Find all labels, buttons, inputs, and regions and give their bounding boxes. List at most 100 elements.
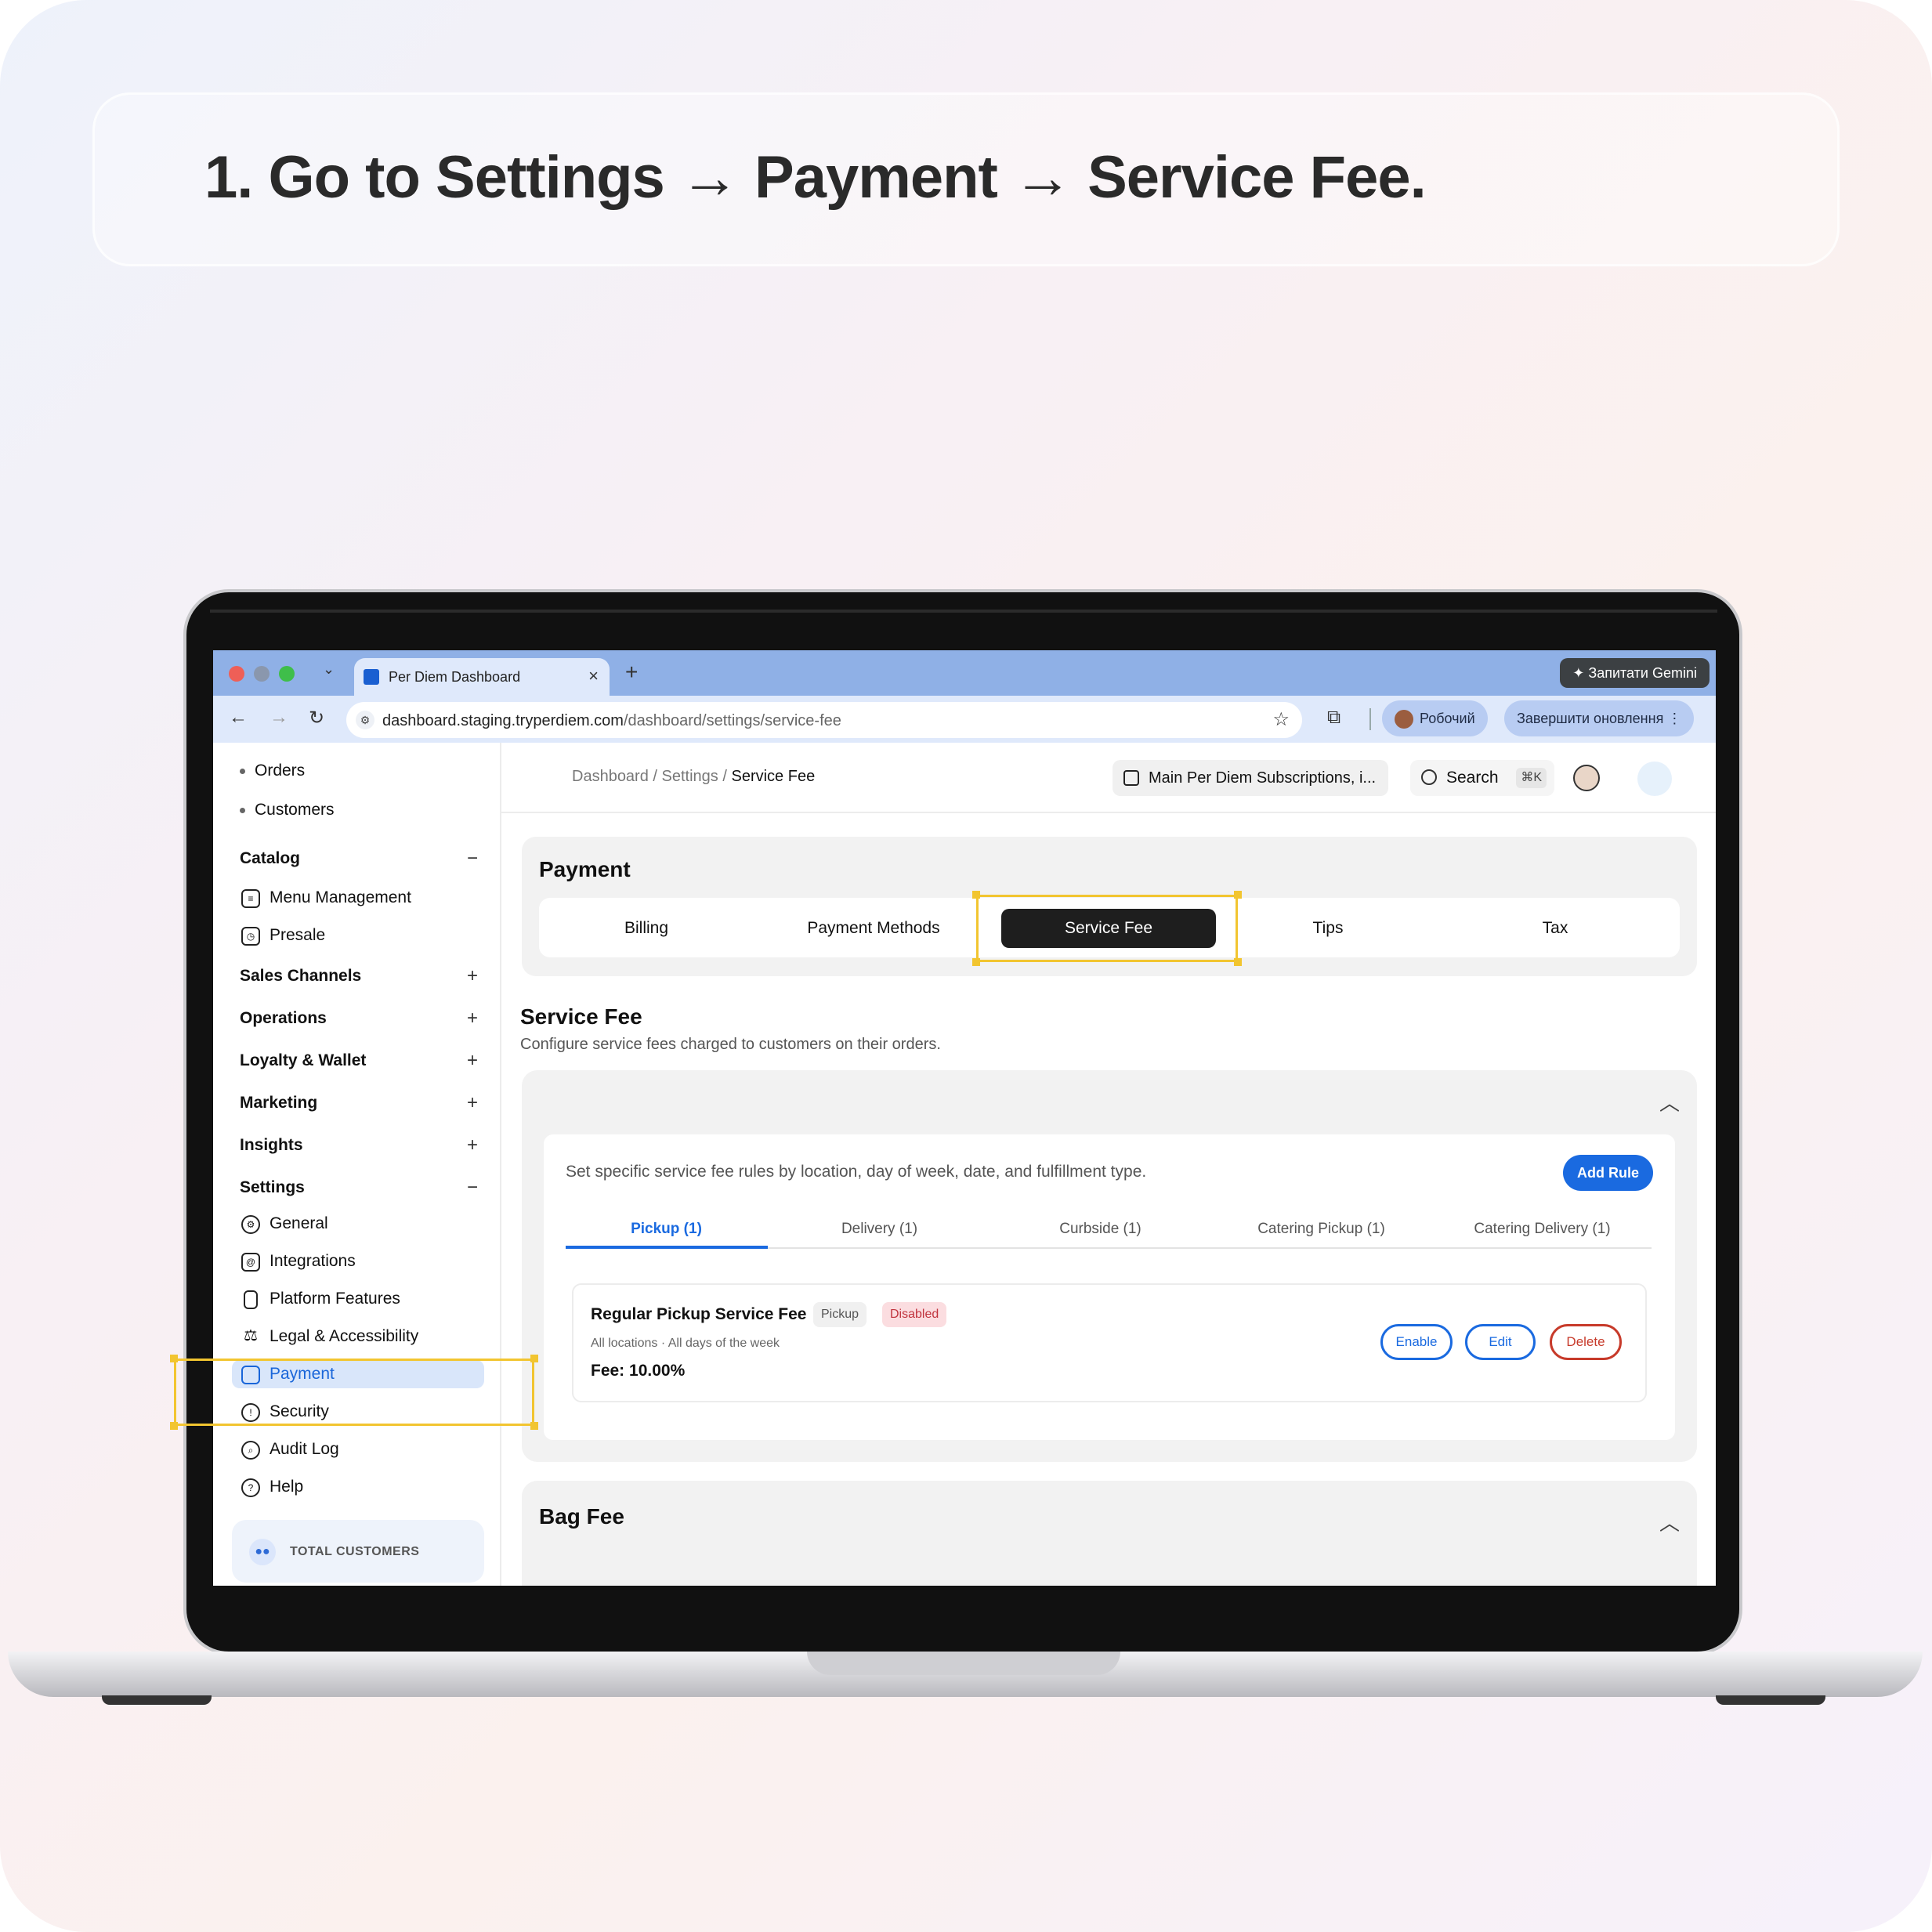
breadcrumb-current: Service Fee [731, 768, 816, 785]
sidebar-item-help[interactable]: ? Help [240, 1473, 490, 1501]
expand-icon[interactable]: + [467, 1008, 478, 1029]
audit-search-icon: ⌕ [241, 1441, 260, 1460]
status-badge: Disabled [882, 1302, 947, 1327]
collapse-icon[interactable]: − [467, 848, 478, 870]
browser-tabbar: ⌄ Per Diem Dashboard × + ✦ Запитати Gemi… [213, 650, 1716, 696]
delete-button[interactable]: Delete [1550, 1324, 1622, 1360]
sidebar-item-customers[interactable]: Customers [240, 801, 335, 819]
fulfillment-badge: Pickup [813, 1302, 867, 1327]
profile-button[interactable]: Робочий [1382, 700, 1488, 736]
gemini-button[interactable]: ✦ Запитати Gemini [1560, 658, 1709, 688]
tab-delivery[interactable]: Delivery (1) [771, 1221, 988, 1238]
enable-button[interactable]: Enable [1380, 1324, 1453, 1360]
bag-fee-title: Bag Fee [539, 1504, 624, 1529]
profile-avatar [1395, 710, 1413, 729]
gear-icon: ⚙ [241, 1215, 260, 1234]
chevron-up-icon[interactable]: ︿ [1659, 1507, 1680, 1536]
back-button[interactable]: ← [229, 707, 248, 729]
expand-icon[interactable]: + [467, 965, 478, 987]
tab-curbside[interactable]: Curbside (1) [992, 1221, 1209, 1238]
instruction-card: 1. Go to Settings → Payment → Service Fe… [92, 92, 1840, 266]
integrations-icon: @ [241, 1253, 260, 1272]
service-fee-description: Configure service fees charged to custom… [520, 1036, 941, 1053]
minimize-window-icon[interactable] [254, 666, 270, 682]
tab-tax[interactable]: Tax [1448, 909, 1662, 948]
browser-tab[interactable]: Per Diem Dashboard × [354, 658, 610, 696]
sidebar-section-operations[interactable]: Operations + [240, 1008, 478, 1029]
edit-button[interactable]: Edit [1465, 1324, 1536, 1360]
sidebar-item-platform-features[interactable]: Platform Features [240, 1285, 490, 1313]
highlight-payment-item [174, 1359, 534, 1426]
account-button[interactable] [1637, 762, 1672, 796]
highlight-service-fee-tab [976, 895, 1238, 962]
sidebar-item-general[interactable]: ⚙ General [240, 1210, 490, 1238]
users-icon: ●● [249, 1539, 276, 1565]
store-selector[interactable]: Main Per Diem Subscriptions, i... [1113, 760, 1388, 796]
sidebar-item-orders[interactable]: Orders [240, 762, 305, 780]
chevron-up-icon[interactable]: ︿ [1659, 1087, 1680, 1116]
breadcrumb: Dashboard / Settings / Service Fee [572, 768, 816, 785]
per-diem-favicon-icon [364, 669, 379, 685]
app: Orders Customers Catalog − ≡ Menu Manageme… [213, 743, 1716, 1586]
sidebar-item-menu-management[interactable]: ≡ Menu Management [240, 884, 490, 912]
sidebar-item-presale[interactable]: ◷ Presale [240, 921, 490, 950]
top-bar: Dashboard / Settings / Service Fee Main … [501, 743, 1716, 813]
sidebar-item-audit-log[interactable]: ⌕ Audit Log [240, 1435, 490, 1463]
update-button[interactable]: Завершити оновлення ⋮ [1504, 700, 1695, 736]
tab-title: Per Diem Dashboard [389, 669, 521, 685]
menu-icon: ≡ [241, 889, 260, 908]
expand-icon[interactable]: + [467, 1134, 478, 1156]
payment-title: Payment [539, 857, 631, 881]
rules-panel: Set specific service fee rules by locati… [544, 1134, 1675, 1440]
laptop-foot [102, 1695, 212, 1705]
address-bar[interactable]: ⚙ dashboard.staging.tryperdiem.com/dashb… [346, 702, 1302, 738]
breadcrumb-settings[interactable]: Settings [662, 768, 718, 785]
expand-icon[interactable]: + [467, 1092, 478, 1114]
sidebar-item-integrations[interactable]: @ Integrations [240, 1247, 490, 1275]
add-rule-button[interactable]: Add Rule [1563, 1155, 1653, 1191]
store-icon [1123, 770, 1139, 786]
search-button[interactable]: Search ⌘K [1410, 760, 1554, 796]
gavel-icon: ⚖ [244, 1327, 258, 1344]
tab-catering-delivery[interactable]: Catering Delivery (1) [1434, 1221, 1651, 1238]
sidebar-section-sales-channels[interactable]: Sales Channels + [240, 965, 478, 987]
extensions-icon[interactable]: ⧉ [1327, 707, 1340, 729]
service-fee-title: Service Fee [520, 1004, 642, 1029]
new-tab-button[interactable]: + [625, 660, 638, 685]
close-window-icon[interactable] [229, 666, 244, 682]
sidebar-section-marketing[interactable]: Marketing + [240, 1092, 478, 1114]
sidebar: Orders Customers Catalog − ≡ Menu Manageme… [213, 743, 501, 1586]
presale-icon: ◷ [241, 927, 260, 946]
tab-pickup[interactable]: Pickup (1) [558, 1221, 775, 1238]
sidebar-section-catalog[interactable]: Catalog − [240, 848, 478, 870]
bookmark-star-icon[interactable]: ☆ [1272, 708, 1290, 731]
search-icon [1421, 769, 1437, 785]
tab-close-icon[interactable]: × [588, 666, 599, 686]
expand-icon[interactable]: + [467, 1050, 478, 1072]
reload-button[interactable]: ↻ [309, 707, 324, 729]
rule-fee: Fee: 10.00% [591, 1362, 686, 1380]
sidebar-section-settings[interactable]: Settings − [240, 1177, 478, 1199]
sidebar-section-insights[interactable]: Insights + [240, 1134, 478, 1156]
shortcut-badge: ⌘K [1516, 768, 1547, 788]
site-settings-icon[interactable]: ⚙ [356, 711, 374, 729]
tab-payment-methods[interactable]: Payment Methods [766, 909, 981, 948]
tab-tips[interactable]: Tips [1221, 909, 1435, 948]
instruction-title: 1. Go to Settings → Payment → Service Fe… [204, 144, 1427, 211]
service-fee-rule: Regular Pickup Service Fee Pickup Disabl… [572, 1283, 1647, 1402]
active-tab-underline [566, 1246, 768, 1249]
user-avatar[interactable] [1573, 765, 1600, 791]
tab-catering-pickup[interactable]: Catering Pickup (1) [1213, 1221, 1430, 1238]
screen: ⌄ Per Diem Dashboard × + ✦ Запитати Gemi… [213, 650, 1716, 1586]
laptop-notch [807, 1652, 1120, 1675]
tab-list-chevron-icon[interactable]: ⌄ [323, 661, 335, 678]
breadcrumb-dashboard[interactable]: Dashboard [572, 768, 649, 785]
laptop-foot [1716, 1695, 1825, 1705]
tab-billing[interactable]: Billing [539, 909, 754, 948]
forward-button[interactable]: → [270, 707, 288, 729]
sidebar-item-legal-accessibility[interactable]: ⚖ Legal & Accessibility [240, 1322, 490, 1351]
sidebar-section-loyalty-wallet[interactable]: Loyalty & Wallet + [240, 1050, 478, 1072]
maximize-window-icon[interactable] [279, 666, 295, 682]
fulfillment-tabs: Pickup (1) Delivery (1) Curbside (1) Cat… [566, 1214, 1652, 1249]
collapse-icon[interactable]: − [467, 1177, 478, 1199]
